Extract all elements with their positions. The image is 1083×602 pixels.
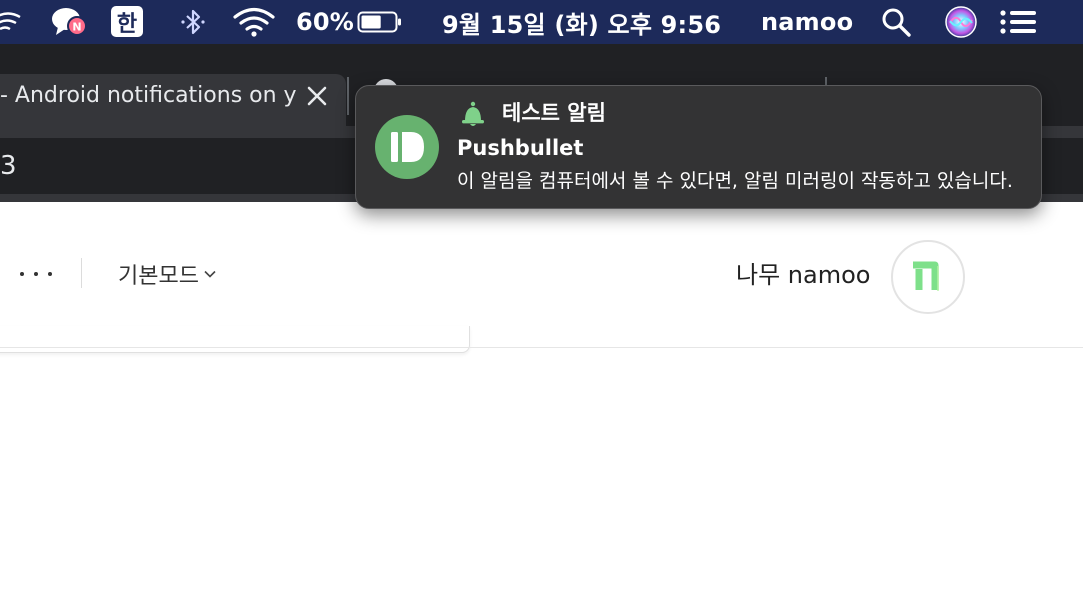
wifi-partial-icon[interactable] — [0, 0, 22, 44]
notification-body: 이 알림을 컴퓨터에서 볼 수 있다면, 알림 미러링이 작동하고 있습니다. — [457, 170, 1013, 192]
tab-separator — [347, 77, 349, 115]
dot-icon — [34, 272, 38, 276]
siri-icon[interactable] — [944, 0, 978, 44]
mode-label: 기본모드 — [118, 264, 199, 289]
mode-select-button[interactable]: 기본모드 — [118, 258, 217, 290]
dropdown-panel-edge — [0, 326, 470, 353]
clock-datetime[interactable]: 9월 15일 (화) 오후 9:56 — [442, 0, 721, 44]
fast-user-switch[interactable]: namoo — [761, 0, 853, 44]
tab-close-icon[interactable] — [304, 83, 330, 109]
divider — [81, 258, 82, 288]
svg-text:N: N — [72, 21, 81, 34]
bluetooth-icon[interactable] — [180, 0, 206, 44]
notification-title: 테스트 알림 — [502, 101, 606, 125]
battery-icon[interactable] — [357, 0, 403, 44]
messenger-icon[interactable]: N — [50, 0, 90, 44]
avatar[interactable] — [891, 240, 965, 314]
dot-icon — [20, 272, 24, 276]
tab-title: - Android notifications on y — [0, 83, 297, 108]
battery-percent[interactable]: 60% — [296, 0, 354, 44]
notification-banner[interactable]: 테스트 알림 Pushbullet 이 알림을 컴퓨터에서 볼 수 있다면, 알… — [355, 85, 1042, 209]
ime-indicator[interactable]: 한 — [111, 6, 143, 37]
spotlight-icon[interactable] — [880, 0, 912, 44]
chevron-down-icon — [204, 270, 216, 278]
namoo-logo-icon — [913, 261, 939, 291]
pushbullet-icon — [375, 115, 439, 179]
more-options-button[interactable] — [14, 260, 58, 288]
android-bell-icon — [462, 101, 484, 126]
content-divider — [0, 347, 1083, 348]
wifi-icon[interactable] — [232, 0, 276, 44]
control-center-icon[interactable] — [998, 0, 1038, 44]
user-name[interactable]: 나무 namoo — [736, 258, 870, 292]
menu-bar: N 한 60% 9월 15일 (화) 오후 9:56 namoo — [0, 0, 1083, 44]
address-bar-text[interactable]: 3 — [0, 150, 17, 182]
notification-app-name: Pushbullet — [457, 136, 584, 160]
dot-icon — [48, 272, 52, 276]
